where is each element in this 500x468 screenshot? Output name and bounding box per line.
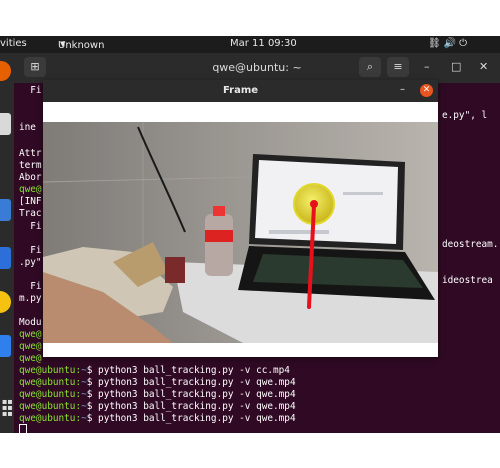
terminal-line: qwe@ [19,341,42,352]
help-icon[interactable] [0,291,11,313]
terminal-line: Fi [19,221,42,232]
terminal-headerbar[interactable]: ⊞ qwe@ubuntu: ~ ⌕ ≡ – □ ✕ [14,53,500,83]
command-line: qwe@ubuntu:~$ python3 ball_tracking.py -… [19,401,296,412]
terminal-line: deostream. [442,239,499,250]
command-text: python3 ball_tracking.py -v qwe.mp4 [92,389,296,400]
command-line: qwe@ubuntu:~$ python3 ball_tracking.py -… [19,377,296,388]
bottle-cap [213,206,225,216]
bottle [205,214,233,276]
terminal-line: Modu [19,317,42,328]
files-icon[interactable] [0,113,11,135]
frame-title: Frame [222,85,259,96]
close-icon[interactable]: ✕ [420,84,433,97]
frame-window[interactable]: Frame – ✕ [43,80,438,357]
terminal-line: qwe@ [19,329,42,340]
firefox-icon[interactable] [0,61,11,81]
prompt-user: qwe@ubuntu: [19,389,82,400]
terminal-line: .py" [19,257,42,268]
maximize-icon[interactable]: □ [451,60,461,73]
show-apps-icon[interactable]: ▪▪ ▪▪ ▪▪ [2,398,13,419]
clock[interactable]: Mar 11 09:30 [230,38,297,49]
command-text: python3 ball_tracking.py -v qwe.mp4 [92,413,296,424]
minimize-icon[interactable]: – [400,84,405,95]
search-icon[interactable]: ⌕ [359,57,381,77]
frame-titlebar[interactable]: Frame – ✕ [43,80,438,102]
terminal-line: Abor [19,172,42,183]
terminal-line: ine [19,122,36,133]
minimize-icon[interactable]: – [424,60,430,73]
command-text: python3 ball_tracking.py -v qwe.mp4 [92,401,296,412]
terminal-line: qwe@ [19,353,42,364]
prompt-user: qwe@ubuntu: [19,365,82,376]
video-image [43,122,438,343]
command-line: qwe@ubuntu:~$ python3 ball_tracking.py -… [19,389,296,400]
top-bar: vities Unknown ▼ Mar 11 09:30 ⛓🔊⏻ [0,36,500,53]
text-cursor [19,424,27,437]
close-icon[interactable]: ✕ [479,60,488,73]
bottle-label [205,230,233,242]
chevron-down-icon: ▼ [60,40,66,48]
writer-icon[interactable] [0,199,11,221]
video-frame [43,122,438,343]
terminal-line: e.py", l [442,110,488,121]
libreoffice-icon[interactable] [0,335,11,357]
dock: ▪▪ ▪▪ ▪▪ [0,53,14,433]
terminal-line: m.py [19,293,42,304]
activities-button[interactable]: vities [0,38,27,49]
prompt-user: qwe@ubuntu: [19,413,82,424]
prompt-user: qwe@ubuntu: [19,401,82,412]
terminal-line: [INF [19,196,42,207]
system-indicators[interactable]: ⛓🔊⏻ [428,38,470,49]
terminal-line: Fi [19,245,42,256]
terminal-line: Fi [19,281,42,292]
terminal-line: Trac [19,208,42,219]
terminal-line: Fi [19,85,42,96]
terminal-line: Attr [19,148,42,159]
command-line: qwe@ubuntu:~$ python3 ball_tracking.py -… [19,365,290,376]
can [165,257,185,283]
command-text: python3 ball_tracking.py -v cc.mp4 [92,365,290,376]
terminal-line: qwe@ [19,184,42,195]
command-text: python3 ball_tracking.py -v qwe.mp4 [92,377,296,388]
software-icon[interactable] [0,247,11,269]
terminal-line: ideostrea [442,275,493,286]
prompt-user: qwe@ubuntu: [19,377,82,388]
laptop-ui [343,192,383,195]
menu-icon[interactable]: ≡ [387,57,409,77]
terminal-line: term [19,160,42,171]
command-line: qwe@ubuntu:~$ python3 ball_tracking.py -… [19,413,296,424]
cursor-line [19,424,27,438]
laptop-ui [269,230,329,234]
